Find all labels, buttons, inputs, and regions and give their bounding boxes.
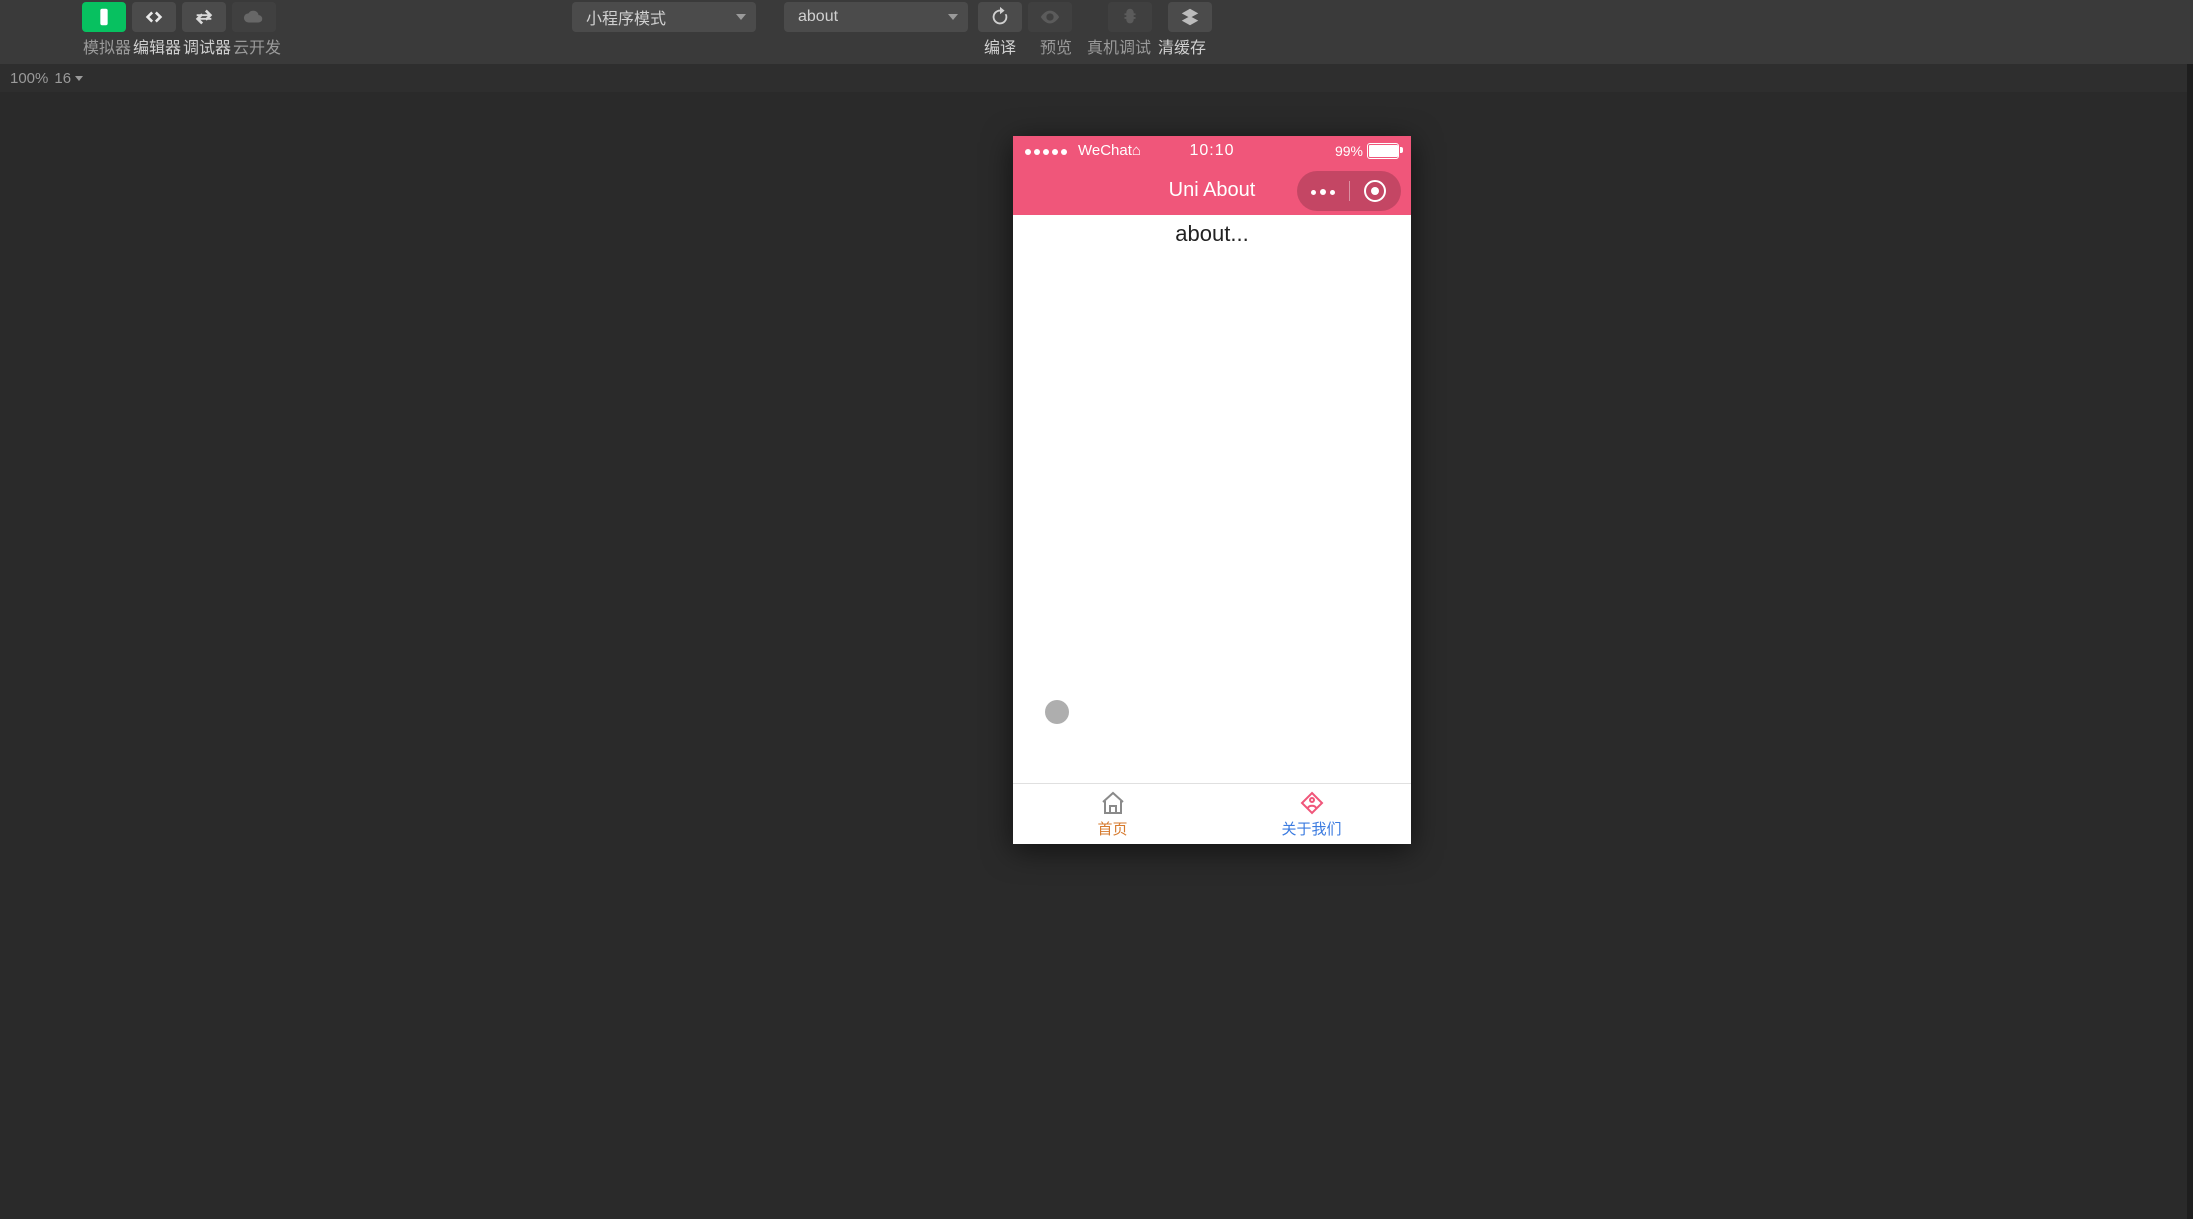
status-time: 10:10 <box>1013 142 1411 160</box>
zoom-fontsize: 16 <box>54 70 71 87</box>
dots-icon <box>1309 182 1337 200</box>
chevron-down-icon <box>736 14 746 20</box>
bug-icon <box>1119 6 1141 28</box>
tabbar-item-label: 关于我们 <box>1281 818 1341 839</box>
home-icon <box>1098 790 1128 816</box>
capsule-menu-button[interactable] <box>1297 182 1349 200</box>
capsule-close-button[interactable] <box>1350 180 1402 202</box>
tabbar-item-label: 首页 <box>1097 818 1127 839</box>
page-select-value: about <box>798 8 838 26</box>
phone-tab-bar: 首页 关于我们 <box>1013 783 1411 844</box>
zoom-bar[interactable]: 100% 16 <box>0 64 2193 93</box>
simulator-stage: WeChat⌂ 10:10 99% Uni About <box>0 92 2193 1219</box>
chevron-down-icon <box>948 14 958 20</box>
phone-header: WeChat⌂ 10:10 99% Uni About <box>1013 136 1411 215</box>
main-toolbar: 小程序模式 about 模拟器 <box>0 0 2193 65</box>
mode-select[interactable]: 小程序模式 <box>572 2 756 32</box>
preview-button[interactable] <box>1028 2 1072 32</box>
debugger-toggle-button[interactable] <box>182 2 226 32</box>
tab-cloud[interactable]: 云开发 <box>232 34 282 58</box>
tab-debugger[interactable]: 调试器 <box>182 34 232 58</box>
tabbar-item-about[interactable]: 关于我们 <box>1212 784 1411 844</box>
remote-debug-button[interactable] <box>1108 2 1152 32</box>
mode-select-value: 小程序模式 <box>586 5 666 29</box>
about-icon <box>1297 790 1327 816</box>
action-compile[interactable]: 编译 <box>972 34 1028 58</box>
tab-simulator[interactable]: 模拟器 <box>82 34 132 58</box>
action-remote[interactable]: 真机调试 <box>1084 34 1154 58</box>
clear-cache-button[interactable] <box>1168 2 1212 32</box>
compile-button[interactable] <box>978 2 1022 32</box>
eye-icon <box>1039 6 1061 28</box>
tab-editor[interactable]: 编辑器 <box>132 34 182 58</box>
right-panel-collapsed[interactable] <box>2187 64 2193 1219</box>
floating-assist-dot[interactable] <box>1045 700 1069 724</box>
target-icon <box>1364 180 1386 202</box>
simulator-toggle-button[interactable] <box>82 2 126 32</box>
about-text: about... <box>1013 221 1411 247</box>
chevron-down-icon <box>75 76 83 81</box>
device-icon <box>93 6 115 28</box>
phone-status-bar: WeChat⌂ 10:10 99% <box>1013 136 1411 165</box>
zoom-percent: 100% <box>10 70 48 87</box>
page-select[interactable]: about <box>784 2 968 32</box>
swap-icon <box>193 6 215 28</box>
code-icon <box>143 6 165 28</box>
action-clearcache[interactable]: 清缓存 <box>1154 34 1210 58</box>
cloud-dev-button[interactable] <box>232 2 276 32</box>
editor-toggle-button[interactable] <box>132 2 176 32</box>
tabbar-item-home[interactable]: 首页 <box>1013 784 1212 844</box>
phone-nav-bar: Uni About <box>1013 165 1411 215</box>
miniprogram-capsule <box>1297 171 1401 211</box>
refresh-icon <box>989 6 1011 28</box>
device-frame: WeChat⌂ 10:10 99% Uni About <box>1013 136 1411 844</box>
phone-body: about... <box>1013 215 1411 784</box>
cloud-icon <box>243 6 265 28</box>
action-preview[interactable]: 预览 <box>1028 34 1084 58</box>
layers-icon <box>1179 6 1201 28</box>
page-title: Uni About <box>1169 179 1256 202</box>
battery-icon <box>1367 143 1399 159</box>
